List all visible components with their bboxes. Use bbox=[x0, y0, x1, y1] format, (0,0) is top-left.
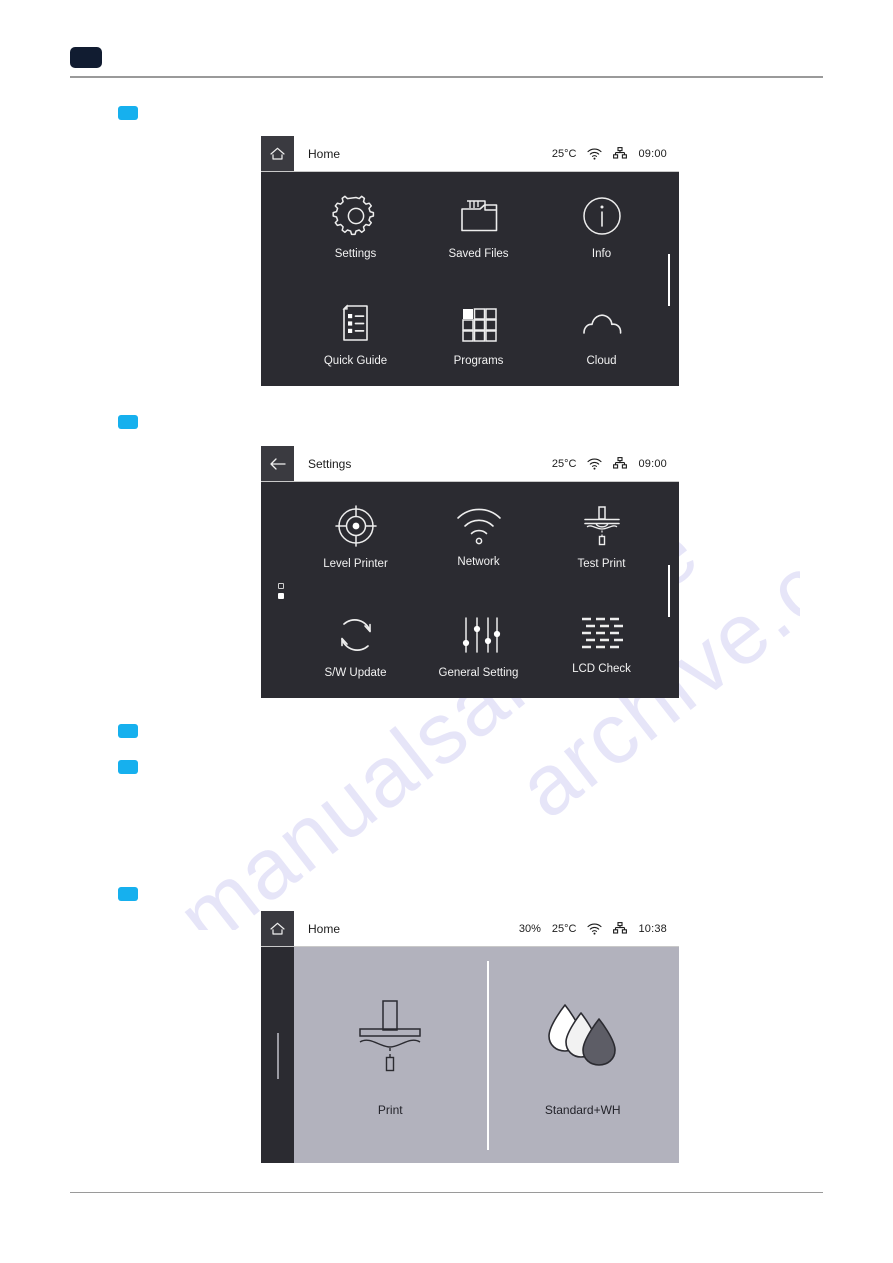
home-icon bbox=[270, 922, 285, 935]
panel-material[interactable]: Standard+WH bbox=[487, 947, 680, 1163]
droplets-icon bbox=[547, 1003, 616, 1066]
tile-label: Info bbox=[591, 247, 612, 260]
titlebar-settings: Settings 25°C 09:00 bbox=[261, 446, 679, 482]
settings-grid-body: Level Printer Network Test Print S/W Upd… bbox=[261, 482, 679, 698]
test-print-icon bbox=[583, 506, 620, 546]
temperature-value: 25°C bbox=[551, 147, 577, 160]
screen-title: Home bbox=[308, 146, 341, 161]
tile-network[interactable]: Network bbox=[417, 504, 540, 569]
panel-label: Print bbox=[377, 1102, 403, 1117]
panel-container: Print Standard+WH bbox=[294, 947, 679, 1163]
wifi-icon bbox=[587, 922, 603, 935]
tile-label: Level Printer bbox=[323, 558, 388, 570]
cloud-icon bbox=[582, 314, 621, 334]
home-icon bbox=[270, 147, 285, 160]
panel-label: Standard+WH bbox=[544, 1102, 621, 1117]
vertical-scrollbar[interactable] bbox=[668, 253, 670, 306]
header-divider bbox=[70, 76, 823, 78]
marker-step-5 bbox=[118, 887, 138, 901]
marker-step-4 bbox=[118, 760, 138, 774]
lcd-check-icon bbox=[581, 617, 623, 648]
marker-step-1 bbox=[118, 106, 138, 120]
home-button[interactable] bbox=[261, 911, 294, 946]
tile-label: Saved Files bbox=[448, 247, 509, 260]
tile-level-printer[interactable]: Level Printer bbox=[294, 502, 417, 571]
grid-icon bbox=[461, 308, 497, 342]
marker-step-2 bbox=[118, 415, 138, 429]
folder-icon bbox=[460, 199, 497, 231]
vertical-scrollbar[interactable] bbox=[668, 564, 670, 617]
home-grid-body: Settings Saved Files Info Quick Guide Pr… bbox=[261, 172, 679, 386]
tile-label: Cloud bbox=[586, 355, 617, 367]
wifi-icon bbox=[587, 457, 603, 470]
settings-tile-grid: Level Printer Network Test Print S/W Upd… bbox=[294, 482, 663, 698]
clock-value: 10:38 bbox=[638, 922, 667, 935]
clock-value: 09:00 bbox=[638, 147, 667, 160]
status-bar: 25°C 09:00 bbox=[552, 457, 667, 470]
status-bar: 30% 25°C 10:38 bbox=[519, 922, 667, 935]
titlebar-home: Home 25°C 09:00 bbox=[261, 136, 679, 172]
titlebar-print-home: Home 30% 25°C 10:38 bbox=[261, 911, 679, 947]
device-screen-settings: Settings 25°C 09:00 Level Printer Networ… bbox=[261, 446, 679, 698]
tile-label: S/W Update bbox=[324, 666, 387, 679]
print-home-body: Print Standard+WH bbox=[261, 947, 679, 1163]
tile-programs[interactable]: Programs bbox=[417, 299, 540, 368]
panel-divider bbox=[486, 961, 489, 1150]
device-screen-print-home: Home 30% 25°C 10:38 Print Standard+WH bbox=[261, 911, 679, 1163]
wifi-icon bbox=[587, 147, 603, 160]
tile-label: Network bbox=[457, 556, 500, 568]
panel-print[interactable]: Print bbox=[294, 947, 487, 1163]
temperature-value: 25°C bbox=[551, 457, 577, 470]
tile-general-setting[interactable]: General Setting bbox=[417, 611, 540, 680]
tile-label: LCD Check bbox=[572, 662, 631, 675]
page-header-badge bbox=[70, 47, 102, 68]
lan-icon bbox=[613, 457, 628, 469]
back-button[interactable] bbox=[261, 446, 294, 481]
tile-saved-files[interactable]: Saved Files bbox=[417, 192, 540, 261]
tile-label: Programs bbox=[453, 355, 504, 367]
progress-percent: 30% bbox=[518, 922, 541, 935]
tile-lcd-check[interactable]: LCD Check bbox=[540, 615, 663, 676]
screen-title: Settings bbox=[308, 456, 352, 471]
home-button[interactable] bbox=[261, 136, 294, 171]
pagination-dot-1[interactable] bbox=[278, 582, 284, 589]
home-tile-grid: Settings Saved Files Info Quick Guide Pr… bbox=[294, 172, 663, 386]
tile-cloud[interactable]: Cloud bbox=[540, 299, 663, 368]
sliders-icon bbox=[462, 616, 500, 653]
target-icon bbox=[334, 505, 377, 547]
marker-step-3 bbox=[118, 724, 138, 738]
tile-label: Quick Guide bbox=[323, 355, 388, 367]
lan-icon bbox=[613, 922, 628, 934]
tile-test-print[interactable]: Test Print bbox=[540, 502, 663, 571]
temperature-value: 25°C bbox=[551, 922, 577, 935]
wifi-icon bbox=[456, 508, 501, 545]
info-icon bbox=[582, 196, 621, 235]
refresh-icon bbox=[340, 618, 371, 651]
tile-label: Settings bbox=[334, 247, 377, 260]
footer-divider bbox=[70, 1192, 823, 1193]
gear-icon bbox=[331, 195, 374, 235]
checklist-icon bbox=[341, 304, 368, 341]
status-bar: 25°C 09:00 bbox=[552, 147, 667, 160]
tile-settings[interactable]: Settings bbox=[294, 192, 417, 261]
lan-icon bbox=[613, 147, 628, 159]
tile-sw-update[interactable]: S/W Update bbox=[294, 611, 417, 680]
left-rail bbox=[261, 947, 294, 1163]
device-screen-home: Home 25°C 09:00 Settings Saved Files Inf… bbox=[261, 136, 679, 386]
back-arrow-icon bbox=[269, 457, 286, 470]
screen-title: Home bbox=[308, 921, 341, 936]
print-nozzle-icon bbox=[359, 999, 421, 1071]
clock-value: 09:00 bbox=[638, 457, 667, 470]
tile-label: Test Print bbox=[577, 558, 626, 570]
tile-quick-guide[interactable]: Quick Guide bbox=[294, 299, 417, 368]
tile-label: General Setting bbox=[438, 666, 519, 679]
pagination-dots[interactable] bbox=[278, 582, 284, 599]
vertical-scrollbar[interactable] bbox=[277, 1032, 279, 1079]
tile-info[interactable]: Info bbox=[540, 192, 663, 261]
pagination-dot-2[interactable] bbox=[278, 592, 284, 599]
